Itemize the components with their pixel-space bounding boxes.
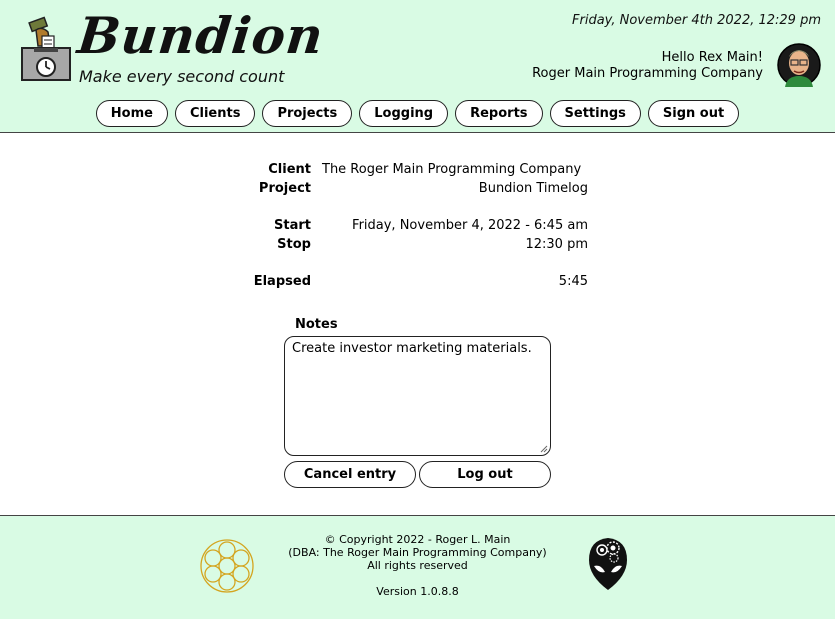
nav-settings-button[interactable]: Settings	[549, 100, 641, 127]
notes-label: Notes	[295, 317, 338, 332]
time-clock-icon	[21, 16, 71, 81]
user-company: Roger Main Programming Company	[532, 66, 763, 81]
client-row: Client The Roger Main Programming Compan…	[240, 162, 590, 181]
tagline: Make every second count	[79, 67, 285, 86]
project-label: Project	[258, 181, 311, 196]
nav-home-button[interactable]: Home	[95, 100, 168, 127]
start-value: Friday, November 4, 2022 - 6:45 am	[352, 218, 588, 233]
alien-gears-icon	[589, 538, 627, 590]
dba-text: (DBA: The Roger Main Programming Company…	[288, 546, 547, 559]
notes-textarea[interactable]: Create investor marketing materials.	[284, 336, 551, 456]
nav-reports-button[interactable]: Reports	[455, 100, 543, 127]
stop-value: 12:30 pm	[525, 237, 588, 252]
copyright-text: © Copyright 2022 - Roger L. Main	[324, 533, 511, 546]
main-nav: Home Clients Projects Logging Reports Se…	[0, 100, 835, 127]
stop-row: Stop 12:30 pm	[240, 237, 590, 256]
version-text: Version 1.0.8.8	[376, 585, 459, 598]
notes-text: Create investor marketing materials.	[292, 341, 532, 356]
nav-clients-button[interactable]: Clients	[174, 100, 256, 127]
elapsed-row: Elapsed 5:45	[240, 274, 590, 293]
current-datetime: Friday, November 4th 2022, 12:29 pm	[572, 13, 821, 28]
resize-handle-icon[interactable]	[540, 445, 548, 453]
start-row: Start Friday, November 4, 2022 - 6:45 am	[240, 218, 590, 237]
client-label: Client	[268, 162, 311, 177]
time-entry-panel: Client The Roger Main Programming Compan…	[0, 134, 835, 515]
stop-label: Stop	[277, 237, 311, 252]
footer: © Copyright 2022 - Roger L. Main (DBA: T…	[0, 515, 835, 619]
nav-projects-button[interactable]: Projects	[262, 100, 353, 127]
project-row: Project Bundion Timelog	[240, 181, 590, 200]
cancel-entry-button[interactable]: Cancel entry	[284, 461, 416, 488]
brand-logo: Bundion	[74, 6, 327, 65]
client-value: The Roger Main Programming Company	[322, 162, 582, 177]
nav-logging-button[interactable]: Logging	[359, 100, 449, 127]
header: Bundion Make every second count Friday, …	[0, 0, 835, 133]
start-label: Start	[274, 218, 311, 233]
rights-text: All rights reserved	[367, 559, 468, 572]
project-value: Bundion Timelog	[478, 181, 588, 196]
nav-sign-out-button[interactable]: Sign out	[647, 100, 740, 127]
elapsed-value: 5:45	[558, 274, 588, 289]
log-out-button[interactable]: Log out	[419, 461, 551, 488]
avatar[interactable]	[777, 43, 821, 87]
elapsed-label: Elapsed	[253, 274, 311, 289]
user-greeting: Hello Rex Main!	[661, 50, 763, 65]
